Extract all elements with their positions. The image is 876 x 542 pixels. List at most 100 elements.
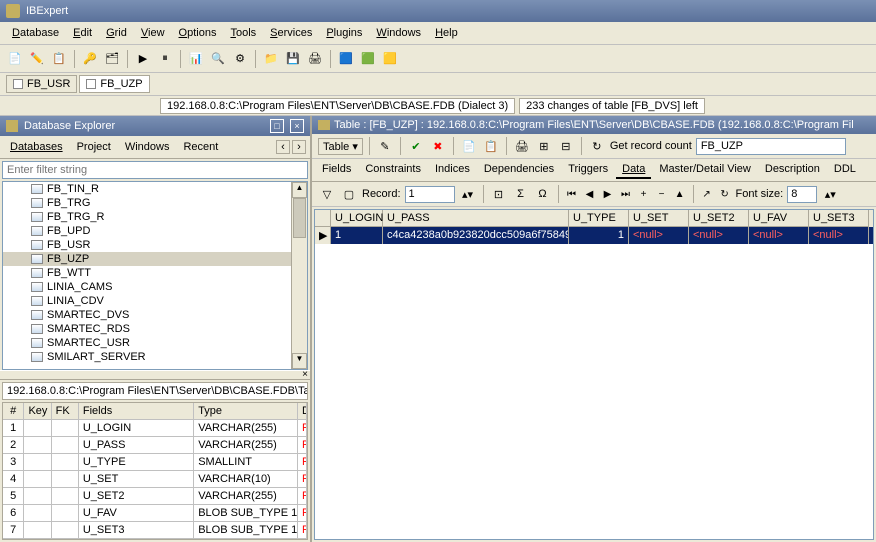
tool-icon[interactable]: ⏸: [156, 50, 174, 68]
menu-grid[interactable]: Grid: [100, 25, 133, 41]
menu-plugins[interactable]: Plugins: [320, 25, 368, 41]
tool-icon[interactable]: ▶: [134, 50, 152, 68]
tab-project[interactable]: Project: [71, 139, 117, 155]
field-row[interactable]: 4U_SETVARCHAR(10)F: [3, 471, 307, 488]
field-row[interactable]: 7U_SET3BLOB SUB_TYPE 1 S...F: [3, 522, 307, 539]
tool-icon[interactable]: 🟨: [381, 50, 399, 68]
tool-icon[interactable]: 📄: [6, 50, 24, 68]
table-name-input[interactable]: [696, 138, 846, 155]
sum-icon[interactable]: Σ: [512, 185, 530, 203]
nav-next-icon[interactable]: ›: [292, 140, 306, 154]
tab-constraints[interactable]: Constraints: [359, 161, 427, 179]
font-size-input[interactable]: [787, 186, 817, 203]
tab-databases[interactable]: Databases: [4, 139, 69, 155]
tab-dependencies[interactable]: Dependencies: [478, 161, 560, 179]
tool-icon[interactable]: 🔍: [209, 50, 227, 68]
close-icon[interactable]: ×: [290, 119, 304, 133]
spin-icon[interactable]: ▴▾: [459, 185, 477, 203]
tab-fb-usr[interactable]: FB_USR: [6, 75, 77, 93]
rollback-icon[interactable]: ✖: [429, 137, 447, 155]
tool-icon[interactable]: 📋: [50, 50, 68, 68]
maximize-icon[interactable]: □: [270, 119, 284, 133]
tree-item[interactable]: SMARTEC_RDS: [3, 322, 307, 336]
tool-icon[interactable]: 💾: [284, 50, 302, 68]
scroll-down-icon[interactable]: ▼: [292, 353, 307, 369]
tool-icon[interactable]: 📊: [187, 50, 205, 68]
menu-windows[interactable]: Windows: [370, 25, 427, 41]
field-row[interactable]: 6U_FAVBLOB SUB_TYPE 1 S...F: [3, 505, 307, 522]
tree-item[interactable]: SMARTEC_USR: [3, 336, 307, 350]
tool-icon[interactable]: ✏️: [28, 50, 46, 68]
tool-icon[interactable]: ⊟: [557, 137, 575, 155]
scroll-thumb[interactable]: [293, 198, 306, 238]
scrollbar[interactable]: ▲ ▼: [291, 182, 307, 369]
tool-icon[interactable]: ⊞: [535, 137, 553, 155]
tree-item[interactable]: FB_TRG: [3, 196, 307, 210]
tool-icon[interactable]: 🟩: [359, 50, 377, 68]
tool-icon[interactable]: 📁: [262, 50, 280, 68]
field-row[interactable]: 2U_PASSVARCHAR(255)F: [3, 437, 307, 454]
menu-help[interactable]: Help: [429, 25, 464, 41]
tree-item[interactable]: FB_UPD: [3, 224, 307, 238]
tool-icon[interactable]: 🔑: [81, 50, 99, 68]
data-row[interactable]: ▶ 1 c4ca4238a0b923820dcc509a6f75849b 1 <…: [315, 227, 873, 244]
field-row[interactable]: 3U_TYPESMALLINTF: [3, 454, 307, 471]
table-tree[interactable]: FB_TIN_RFB_TRGFB_TRG_RFB_UPDFB_USRFB_UZP…: [2, 181, 308, 370]
refresh-icon[interactable]: ↻: [588, 137, 606, 155]
tab-description[interactable]: Description: [759, 161, 826, 179]
nav-delete-icon[interactable]: −: [655, 189, 669, 200]
menu-services[interactable]: Services: [264, 25, 318, 41]
tree-item[interactable]: SMILART_SERVER: [3, 350, 307, 364]
menu-options[interactable]: Options: [173, 25, 223, 41]
tree-item[interactable]: FB_UZP: [3, 252, 307, 266]
filter-input[interactable]: [2, 161, 308, 179]
menu-database[interactable]: Database: [6, 25, 65, 41]
print-icon[interactable]: 🖨: [513, 137, 531, 155]
tool-icon[interactable]: 📄: [460, 137, 478, 155]
filter-icon[interactable]: ▽: [318, 185, 336, 203]
tab-ddl[interactable]: DDL: [828, 161, 862, 179]
tab-recent[interactable]: Recent: [177, 139, 224, 155]
nav-prev-icon[interactable]: ‹: [276, 140, 290, 154]
nav-edit-icon[interactable]: ▲: [673, 189, 687, 200]
table-dropdown[interactable]: Table ▾: [318, 138, 363, 155]
splitter[interactable]: ×: [0, 370, 310, 380]
nav-add-icon[interactable]: +: [637, 189, 651, 200]
record-input[interactable]: [405, 186, 455, 203]
menu-tools[interactable]: Tools: [224, 25, 262, 41]
menu-edit[interactable]: Edit: [67, 25, 98, 41]
spin-icon[interactable]: ▴▾: [821, 185, 839, 203]
omega-icon[interactable]: Ω: [534, 185, 552, 203]
data-grid[interactable]: U_LOGIN U_PASS U_TYPE U_SET U_SET2 U_FAV…: [314, 209, 874, 540]
nav-prev-icon[interactable]: ◀: [583, 189, 597, 200]
tree-item[interactable]: LINIA_CAMS: [3, 280, 307, 294]
tab-windows[interactable]: Windows: [119, 139, 176, 155]
tab-fb-uzp[interactable]: FB_UZP: [79, 75, 149, 93]
nav-arrow-icon[interactable]: ↗: [700, 189, 714, 200]
tab-master-detail-view[interactable]: Master/Detail View: [653, 161, 757, 179]
nav-last-icon[interactable]: ⏭: [619, 189, 633, 200]
close-icon[interactable]: ×: [302, 369, 308, 380]
tool-icon[interactable]: 📋: [482, 137, 500, 155]
tool-icon[interactable]: 🖨: [306, 50, 324, 68]
refresh-icon[interactable]: ↻: [718, 189, 732, 200]
tab-data[interactable]: Data: [616, 161, 651, 179]
tool-icon[interactable]: ⊡: [490, 185, 508, 203]
nav-first-icon[interactable]: ⏮: [565, 189, 579, 200]
tool-icon[interactable]: ⚙: [231, 50, 249, 68]
tree-item[interactable]: FB_WTT: [3, 266, 307, 280]
tool-icon[interactable]: 🟦: [337, 50, 355, 68]
field-row[interactable]: 1U_LOGINVARCHAR(255)F: [3, 420, 307, 437]
tree-item[interactable]: FB_TIN_R: [3, 182, 307, 196]
tool-icon[interactable]: ✎: [376, 137, 394, 155]
nav-next-icon[interactable]: ▶: [601, 189, 615, 200]
tree-item[interactable]: FB_USR: [3, 238, 307, 252]
tab-triggers[interactable]: Triggers: [562, 161, 614, 179]
tool-icon[interactable]: ▢: [340, 185, 358, 203]
tree-item[interactable]: SMARTEC_DVS: [3, 308, 307, 322]
tree-item[interactable]: LINIA_CDV: [3, 294, 307, 308]
commit-icon[interactable]: ✔: [407, 137, 425, 155]
tab-indices[interactable]: Indices: [429, 161, 476, 179]
menu-view[interactable]: View: [135, 25, 171, 41]
get-record-count-label[interactable]: Get record count: [610, 140, 692, 152]
